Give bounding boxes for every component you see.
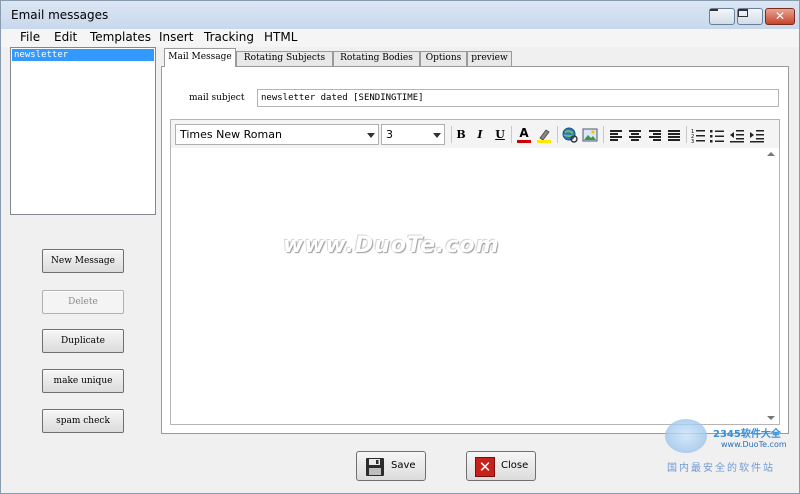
message-list[interactable]: newsletter bbox=[10, 47, 156, 215]
toolbar-separator bbox=[557, 126, 558, 143]
close-button[interactable]: ✕ Close bbox=[466, 451, 536, 481]
window-title: Email messages bbox=[11, 8, 109, 22]
font-color-icon: A bbox=[519, 126, 529, 140]
minimize-icon bbox=[710, 9, 718, 11]
font-size-select[interactable]: 3 bbox=[381, 124, 445, 145]
font-size-value: 3 bbox=[386, 128, 393, 141]
maximize-button[interactable] bbox=[737, 8, 763, 25]
html-editor: Times New Roman 3 B I U A 1 2 3 bbox=[170, 119, 780, 425]
numbered-list-icon: 1 2 3 bbox=[691, 129, 705, 145]
toolbar-separator bbox=[451, 126, 452, 143]
editor-scrollbar[interactable] bbox=[763, 148, 779, 424]
toolbar-separator bbox=[686, 126, 687, 143]
editor-toolbar: Times New Roman 3 B I U A 1 2 3 bbox=[171, 120, 779, 148]
toolbar-separator bbox=[603, 126, 604, 143]
email-messages-window: Email messages ✕ File Edit Templates Ins… bbox=[0, 0, 800, 494]
menu-tracking[interactable]: Tracking bbox=[204, 30, 254, 44]
highlighter-icon bbox=[537, 129, 551, 143]
maximize-icon bbox=[738, 9, 748, 17]
tab-rotating-subjects[interactable]: Rotating Subjects bbox=[236, 51, 333, 66]
menu-insert[interactable]: Insert bbox=[159, 30, 193, 44]
underline-button[interactable]: U bbox=[492, 127, 508, 143]
spam-check-button[interactable]: spam check bbox=[42, 409, 124, 433]
highlight-color-button[interactable] bbox=[536, 127, 552, 143]
list-item[interactable]: newsletter bbox=[12, 49, 154, 61]
save-button[interactable]: Save bbox=[356, 451, 426, 481]
outdent-icon bbox=[730, 130, 744, 143]
image-icon bbox=[582, 128, 598, 142]
numbered-list-button[interactable]: 1 2 3 bbox=[690, 127, 706, 145]
window-close-button[interactable]: ✕ bbox=[765, 8, 795, 25]
corner-watermark-brand: 2345软件大全 bbox=[713, 429, 781, 440]
save-label: Save bbox=[391, 460, 416, 471]
font-family-select[interactable]: Times New Roman bbox=[175, 124, 379, 145]
make-unique-button[interactable]: make unique bbox=[42, 369, 124, 393]
floppy-disk-icon bbox=[366, 458, 384, 476]
mail-subject-label: mail subject bbox=[189, 93, 245, 103]
mail-subject-input[interactable]: newsletter dated [SENDINGTIME] bbox=[257, 89, 779, 107]
title-bar: Email messages ✕ bbox=[1, 1, 799, 29]
align-right-button[interactable] bbox=[647, 127, 663, 143]
font-color-button[interactable]: A bbox=[516, 127, 532, 143]
font-color-swatch bbox=[517, 140, 531, 143]
italic-button[interactable]: I bbox=[472, 127, 488, 143]
insert-image-button[interactable] bbox=[582, 127, 598, 143]
close-icon: ✕ bbox=[774, 9, 786, 23]
align-left-button[interactable] bbox=[608, 127, 624, 143]
chevron-down-icon bbox=[433, 133, 441, 138]
svg-text:3: 3 bbox=[691, 139, 694, 143]
bullet-list-button[interactable] bbox=[709, 127, 725, 143]
close-label: Close bbox=[501, 460, 529, 471]
chevron-down-icon bbox=[367, 133, 375, 138]
menu-bar: File Edit Templates Insert Tracking HTML bbox=[1, 29, 799, 47]
tab-rotating-bodies[interactable]: Rotating Bodies bbox=[333, 51, 420, 66]
menu-file[interactable]: File bbox=[20, 30, 40, 44]
watermark-text: www.DuoTe.com bbox=[283, 233, 500, 258]
outdent-button[interactable] bbox=[729, 127, 745, 143]
menu-edit[interactable]: Edit bbox=[54, 30, 77, 44]
bold-button[interactable]: B bbox=[453, 127, 469, 143]
mascot-icon bbox=[665, 419, 707, 453]
tab-preview[interactable]: preview bbox=[467, 51, 512, 66]
align-center-button[interactable] bbox=[627, 127, 643, 143]
indent-button[interactable] bbox=[749, 127, 765, 143]
align-justify-button[interactable] bbox=[666, 127, 682, 143]
font-family-value: Times New Roman bbox=[180, 128, 282, 141]
close-x-icon: ✕ bbox=[475, 457, 495, 477]
corner-watermark-url: www.DuoTe.com bbox=[721, 440, 787, 449]
indent-icon bbox=[750, 130, 764, 143]
delete-button[interactable]: Delete bbox=[42, 290, 124, 314]
minimize-button[interactable] bbox=[709, 8, 735, 25]
corner-watermark: 2345软件大全 www.DuoTe.com 国内最安全的软件站 bbox=[661, 415, 799, 477]
menu-html[interactable]: HTML bbox=[264, 30, 297, 44]
toolbar-separator bbox=[511, 126, 512, 143]
duplicate-button[interactable]: Duplicate bbox=[42, 329, 124, 353]
insert-link-button[interactable] bbox=[562, 127, 578, 143]
tab-mail-message[interactable]: Mail Message bbox=[164, 48, 236, 67]
scroll-up-icon[interactable] bbox=[767, 152, 775, 156]
corner-watermark-slogan: 国内最安全的软件站 bbox=[667, 463, 775, 474]
tab-options[interactable]: Options bbox=[420, 51, 467, 66]
bullet-list-icon bbox=[710, 130, 724, 143]
menu-templates[interactable]: Templates bbox=[90, 30, 151, 44]
new-message-button[interactable]: New Message bbox=[42, 249, 124, 273]
globe-link-icon bbox=[562, 127, 578, 143]
